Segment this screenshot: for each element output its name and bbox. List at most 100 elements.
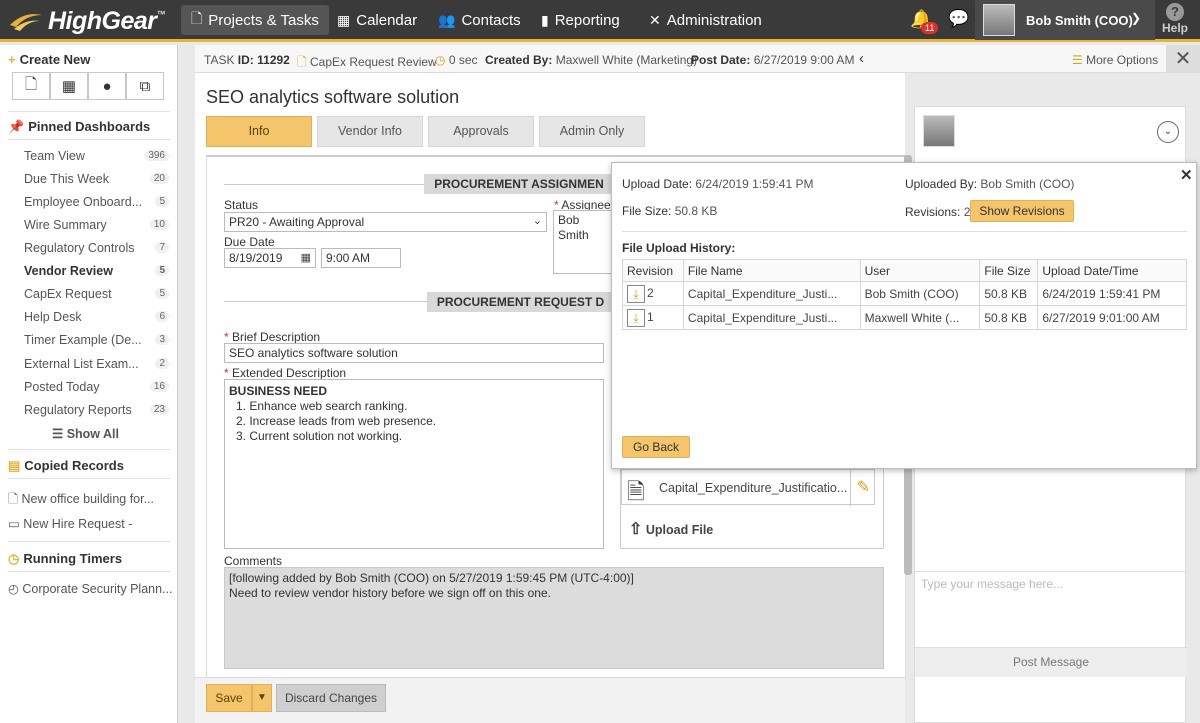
calendar-icon[interactable]: ▦ — [301, 251, 311, 264]
file-size-cell: 50.8 KB — [979, 281, 1039, 306]
close-icon[interactable]: ✕ — [1166, 45, 1200, 73]
chat-icon[interactable]: 💬 — [948, 9, 969, 29]
revision-cell: ⤓ 1 — [622, 305, 684, 330]
contacts-icon: 👥 — [438, 11, 456, 28]
dashboard-item[interactable]: Help Desk 6 — [24, 310, 169, 324]
attached-file-row[interactable]: 🗎 Capital_Expenditure_Justificatio... ✎ — [621, 469, 876, 506]
revision-cell: ⤓ 2 — [622, 281, 684, 306]
due-date-input[interactable]: 8/19/2019 ▦ — [224, 248, 316, 268]
nav-calendar[interactable]: ▦ Calendar — [327, 5, 427, 35]
show-revisions-button[interactable]: Show Revisions — [970, 200, 1074, 222]
download-icon[interactable]: ⤓ — [627, 308, 645, 327]
dashboard-count: 20 — [149, 173, 169, 184]
discard-changes-button[interactable]: Discard Changes — [276, 684, 386, 712]
task-info-strip: TASK ID: 11292 🗋 CapEx Request Review ◷ … — [195, 45, 1200, 73]
copied-record-item[interactable]: ▭ New Hire Request - — [8, 516, 173, 531]
dashboard-label: Help Desk — [24, 310, 82, 324]
brief-description-input[interactable]: SEO analytics software solution — [224, 343, 604, 363]
chevron-down-icon[interactable]: ⌄ — [1157, 121, 1179, 143]
pencil-icon[interactable]: ✎ — [850, 470, 876, 506]
trademark-icon: ™ — [156, 9, 166, 19]
extended-description-editor[interactable]: BUSINESS NEED 1. Enhance web search rank… — [224, 379, 604, 549]
dashboard-item[interactable]: CapEx Request 5 — [24, 287, 169, 301]
file-name-cell: Capital_Expenditure_Justi... — [682, 305, 861, 330]
dashboard-count: 5 — [155, 265, 169, 276]
copied-record-label: New Hire Request - — [23, 517, 133, 531]
copied-records-label: Copied Records — [24, 458, 124, 473]
upload-date-cell: 6/27/2019 9:01:00 AM — [1037, 305, 1187, 330]
file-document-icon: 🗎 — [627, 479, 645, 504]
highgear-logo[interactable]: HighGear ™ — [8, 6, 166, 36]
column-header: User — [859, 259, 981, 282]
divider — [8, 139, 170, 140]
message-input[interactable]: Type your message here... — [915, 571, 1187, 647]
nav-contacts[interactable]: 👥 Contacts — [428, 5, 531, 35]
create-contact-button[interactable]: ● — [88, 72, 126, 100]
revisions: Revisions: 2 — [905, 205, 970, 219]
dashboard-item[interactable]: Regulatory Reports 23 — [24, 403, 169, 417]
section-procurement-assignment: PROCUREMENT ASSIGNMEN — [424, 174, 614, 194]
upload-file-label: Upload File — [645, 523, 714, 537]
download-icon[interactable]: ⤓ — [627, 284, 645, 303]
question-icon: ? — [1166, 3, 1184, 21]
attachment-panel: 🗎 Capital_Expenditure_Justificatio... ✎ … — [620, 468, 884, 549]
nav-projects-tasks[interactable]: 🗋 Projects & Tasks — [181, 5, 329, 35]
tab-approvals[interactable]: Approvals — [428, 116, 534, 147]
dashboard-item-active[interactable]: Vendor Review 5 — [24, 264, 169, 278]
close-icon[interactable]: ✕ — [1180, 166, 1193, 184]
dashboard-item[interactable]: Employee Onboard... 5 — [24, 195, 169, 209]
dashboard-item[interactable]: Timer Example (De... 3 — [24, 333, 169, 347]
list-item: 1. Enhance web search ranking. — [236, 399, 408, 413]
dashboard-item[interactable]: Team View 396 — [24, 149, 169, 163]
table-row: ⤓ 1 Capital_Expenditure_Justi... Maxwell … — [622, 305, 1187, 330]
attached-file-name[interactable]: Capital_Expenditure_Justificatio... — [659, 481, 847, 495]
dashboard-count: 16 — [149, 381, 169, 392]
column-header: Revision — [622, 259, 684, 282]
running-timers-label: Running Timers — [23, 551, 123, 566]
running-timer-item[interactable]: ◴ Corporate Security Plann... — [8, 581, 173, 596]
dashboard-item[interactable]: Wire Summary 10 — [24, 218, 169, 232]
comments-box[interactable]: [following added by Bob Smith (COO) on 5… — [224, 567, 884, 669]
copied-record-label: New office building for... — [21, 492, 155, 506]
help-button[interactable]: ? Help — [1158, 3, 1192, 35]
notification-badge: 11 — [921, 22, 939, 34]
document-icon: 🗋 — [297, 55, 307, 69]
nav-administration[interactable]: ✕ Administration — [639, 5, 772, 35]
more-options-button[interactable]: ☰ More Options — [1072, 53, 1158, 67]
go-back-button[interactable]: Go Back — [622, 436, 690, 458]
dashboard-label: Vendor Review — [24, 264, 113, 278]
chevron-left-icon[interactable]: ‹ — [859, 50, 864, 67]
dashboard-label: Employee Onboard... — [24, 195, 143, 209]
user-menu[interactable]: Bob Smith (COO) ❯ — [975, 0, 1155, 40]
upload-file-button[interactable]: ⇧ Upload File — [629, 519, 713, 539]
save-button[interactable]: Save — [206, 684, 252, 712]
copied-record-item[interactable]: 🗋 New office building for... — [8, 490, 173, 511]
show-all-link[interactable]: ☰ Show All — [52, 426, 119, 441]
status-select[interactable]: PR20 - Awaiting Approval ⌄ — [224, 212, 547, 232]
create-record-button[interactable]: ⧉ — [126, 72, 164, 100]
due-time-input[interactable]: 9:00 AM — [321, 248, 401, 268]
task-id-key: ID: — [237, 53, 254, 67]
create-task-button[interactable]: 🗋 — [12, 72, 50, 100]
section-divider — [224, 301, 427, 302]
tab-info[interactable]: Info — [206, 116, 312, 147]
create-event-button[interactable]: ▦ — [50, 72, 88, 100]
save-options-button[interactable]: ▼ — [252, 684, 272, 712]
brief-description-label-text: Brief Description — [232, 330, 321, 344]
nav-label: Contacts — [461, 11, 521, 29]
nav-reporting[interactable]: ▮ Reporting — [531, 5, 630, 35]
assignee-field[interactable]: Bob Smith — [553, 210, 613, 274]
tab-admin-only[interactable]: Admin Only — [539, 116, 645, 147]
nav-label: Administration — [666, 11, 762, 29]
dashboard-item[interactable]: Posted Today 16 — [24, 380, 169, 394]
dashboard-item[interactable]: Due This Week 20 — [24, 172, 169, 186]
dashboard-item[interactable]: Regulatory Controls 7 — [24, 241, 169, 255]
document-icon: 🗋 — [8, 492, 22, 506]
top-navigation-bar: HighGear ™ 🗋 Projects & Tasks ▦ Calendar 👥… — [0, 0, 1200, 42]
dashboard-item[interactable]: External List Exam... 2 — [24, 357, 169, 371]
post-message-button[interactable]: Post Message — [915, 647, 1187, 677]
dashboard-label: Posted Today — [24, 380, 100, 394]
dashboard-label: Regulatory Reports — [24, 403, 132, 417]
tab-vendor-info[interactable]: Vendor Info — [317, 116, 423, 147]
create-new-label: Create New — [19, 52, 91, 67]
